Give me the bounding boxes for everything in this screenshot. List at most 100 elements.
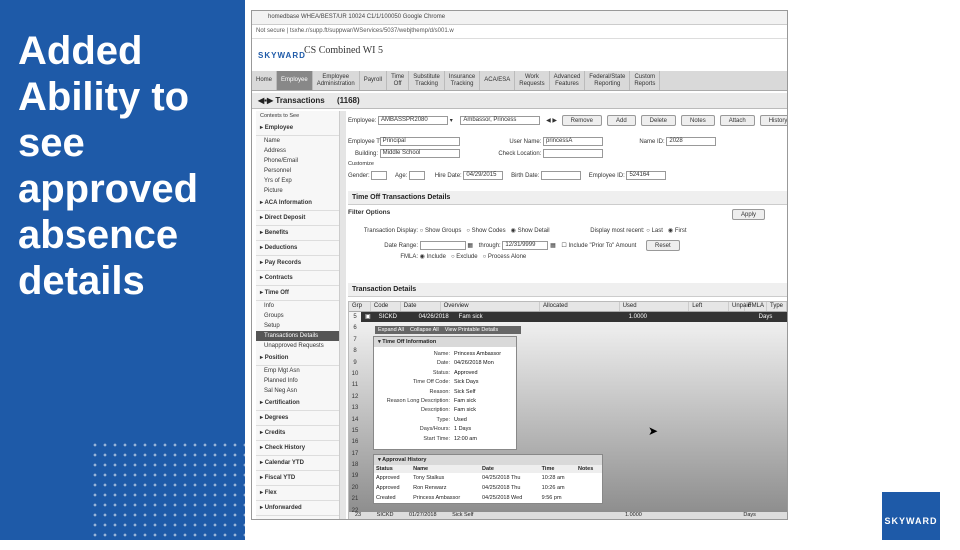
sidebar-item-sal-neg-asn[interactable]: Sal Neg Asn bbox=[256, 386, 339, 396]
sidebar-item-groups[interactable]: Groups bbox=[256, 311, 339, 321]
employee-id-value[interactable]: 524164 bbox=[626, 171, 667, 180]
column-header-code[interactable]: Code bbox=[371, 302, 401, 311]
nav-employee[interactable]: Employee bbox=[277, 71, 313, 90]
radio-icon[interactable]: ◉ bbox=[668, 228, 675, 234]
time-off-info-header[interactable]: ▾ Time Off Information bbox=[374, 337, 516, 347]
sidebar-item-emp-mgt-asn[interactable]: Emp Mgt Asn bbox=[256, 366, 339, 376]
link-expand-all[interactable]: Expand All bbox=[378, 327, 404, 333]
sidebar-item-benefits[interactable]: ▸ Benefits bbox=[256, 226, 339, 241]
radio-icon[interactable]: ◉ bbox=[420, 254, 427, 260]
customize-label[interactable]: Customize bbox=[348, 161, 374, 167]
column-header-unpaid[interactable]: Unpaid bbox=[729, 302, 751, 311]
check-location-field[interactable] bbox=[543, 149, 604, 158]
column-header-date[interactable]: Date bbox=[401, 302, 441, 311]
link-collapse-all[interactable]: Collapse All bbox=[410, 327, 439, 333]
date-range-end[interactable]: 12/31/9999 bbox=[502, 240, 549, 250]
row-checkbox-icon[interactable]: ▣ bbox=[361, 312, 375, 322]
sidebar-item-picture[interactable]: Picture bbox=[256, 186, 339, 196]
fmla-option-2[interactable]: ○ Process Alone bbox=[483, 254, 527, 260]
sidebar-item-setup[interactable]: Setup bbox=[256, 321, 339, 331]
date-range-start[interactable] bbox=[419, 240, 466, 250]
building-field[interactable]: Middle School bbox=[379, 149, 460, 158]
emp-remove-button[interactable]: Remove bbox=[561, 115, 602, 126]
gender-field[interactable] bbox=[371, 171, 388, 180]
back-arrow-icon[interactable]: ◀▪▶ bbox=[258, 96, 275, 105]
user-name-field[interactable]: princessA bbox=[543, 137, 604, 146]
column-header-overview[interactable]: Overview bbox=[441, 302, 540, 311]
employee-name-field[interactable]: Ambassor, Princess bbox=[460, 115, 541, 125]
sidebar-item-degrees[interactable]: ▸ Degrees bbox=[256, 411, 339, 426]
sidebar-item-deductions[interactable]: ▸ Deductions bbox=[256, 241, 339, 256]
sidebar-item-info[interactable]: Info bbox=[256, 301, 339, 311]
fmla-option-1[interactable]: ○ Exclude bbox=[451, 254, 478, 260]
nav-custom-reports[interactable]: Custom Reports bbox=[630, 71, 661, 90]
calendar-icon[interactable]: ▦ bbox=[550, 243, 556, 249]
column-header-grp[interactable]: Grp bbox=[349, 302, 371, 311]
link-view-printable-details[interactable]: View Printable Details bbox=[445, 327, 498, 333]
display-option-0[interactable]: ○ Show Groups bbox=[420, 228, 462, 234]
sidebar-item-unforwarded[interactable]: ▸ Unforwarded bbox=[256, 501, 339, 516]
nav-arrows-icon[interactable]: ◀ ▶ bbox=[546, 118, 557, 124]
column-header-left[interactable]: Left bbox=[689, 302, 729, 311]
name-id-field[interactable]: 2028 bbox=[666, 137, 717, 146]
sidebar-item-certification[interactable]: ▸ Certification bbox=[256, 396, 339, 411]
sidebar-item-planned-info[interactable]: Planned Info bbox=[256, 376, 339, 386]
sidebar-item-employee[interactable]: ▸ Employee bbox=[256, 121, 339, 136]
employee-type-field[interactable]: Principal bbox=[379, 137, 460, 146]
sidebar-scrollbar[interactable] bbox=[340, 111, 346, 519]
sidebar-item-position[interactable]: ▸ Position bbox=[256, 351, 339, 366]
sidebar-item-flex[interactable]: ▸ Flex bbox=[256, 486, 339, 501]
apply-button[interactable]: Apply bbox=[732, 209, 766, 220]
fmla-option-0[interactable]: ◉ Include bbox=[420, 254, 446, 260]
nav-payroll[interactable]: Payroll bbox=[360, 71, 388, 90]
sidebar-item-fiscal-ytd[interactable]: ▸ Fiscal YTD bbox=[256, 471, 339, 486]
age-field[interactable] bbox=[409, 171, 426, 180]
employee-id-field[interactable]: AMBASSPR2080 bbox=[378, 115, 449, 125]
recent-option-1[interactable]: ◉ First bbox=[668, 228, 687, 234]
nav-federal-state-reporting[interactable]: Federal/State Reporting bbox=[585, 71, 631, 90]
nav-substitute-tracking[interactable]: Substitute Tracking bbox=[409, 71, 445, 90]
calendar-icon[interactable]: ▦ bbox=[467, 243, 473, 249]
sidebar-item-yrs-of-exp[interactable]: Yrs of Exp bbox=[256, 176, 339, 186]
emp-history-button[interactable]: History bbox=[759, 115, 787, 126]
sidebar-item-pay-records[interactable]: ▸ Pay Records bbox=[256, 256, 339, 271]
display-option-2[interactable]: ◉ Show Detail bbox=[511, 228, 550, 234]
emp-delete-button[interactable]: Delete bbox=[640, 115, 677, 126]
sidebar-item-aca-information[interactable]: ▸ ACA Information bbox=[256, 196, 339, 211]
radio-icon[interactable]: ◉ bbox=[511, 228, 518, 234]
sidebar-item-address[interactable]: Address bbox=[256, 146, 339, 156]
sidebar-item-credits[interactable]: ▸ Credits bbox=[256, 426, 339, 441]
hire-date-field[interactable]: 04/29/2015 bbox=[463, 171, 504, 180]
sidebar-item-time-off[interactable]: ▸ Time Off bbox=[256, 286, 339, 301]
column-header-allocated[interactable]: Allocated bbox=[540, 302, 620, 311]
emp-attach-button[interactable]: Attach bbox=[719, 115, 755, 126]
sidebar-item-phone-email[interactable]: Phone/Email bbox=[256, 156, 339, 166]
include-checkbox[interactable]: ☐ bbox=[561, 243, 566, 249]
bottom-transaction-row[interactable]: 23 SICKD 01/27/2018 Sick Self 1.0000 Day… bbox=[349, 512, 787, 519]
selected-transaction-row[interactable]: ▣ SICKD 04/26/2018 Fam sick 1.0000 Days bbox=[361, 312, 787, 322]
sidebar-item-direct-deposit[interactable]: ▸ Direct Deposit bbox=[256, 211, 339, 226]
sidebar-item-unapproved-requests[interactable]: Unapproved Requests bbox=[256, 341, 339, 351]
nav-aca-esa[interactable]: ACA/ESA bbox=[480, 71, 516, 90]
nav-home[interactable]: Home bbox=[252, 71, 278, 90]
sidebar-item-calendar-ytd[interactable]: ▸ Calendar YTD bbox=[256, 456, 339, 471]
address-bar[interactable]: Not secure | tsxhe.r/supp.ft/suppwar/WSe… bbox=[252, 25, 787, 39]
birth-date-field[interactable] bbox=[541, 171, 582, 180]
chevron-down-icon[interactable]: ▾ bbox=[450, 118, 453, 124]
sidebar-item-personnel[interactable]: Personnel bbox=[256, 166, 339, 176]
reset-button[interactable]: Reset bbox=[646, 240, 680, 251]
column-header-type[interactable]: Type bbox=[767, 302, 787, 311]
nav-employee-administration[interactable]: Employee Administration bbox=[313, 71, 360, 90]
recent-option-0[interactable]: ○ Last bbox=[646, 228, 663, 234]
column-header-fmla[interactable]: FMLA bbox=[745, 302, 767, 311]
sidebar-item-transactions-details[interactable]: Transactions Details bbox=[256, 331, 339, 341]
sidebar-item-contracts[interactable]: ▸ Contracts bbox=[256, 271, 339, 286]
nav-work-requests[interactable]: Work Requests bbox=[515, 71, 550, 90]
nav-time-off[interactable]: Time Off bbox=[387, 71, 410, 90]
sidebar-item-name[interactable]: Name bbox=[256, 136, 339, 146]
nav-advanced-features[interactable]: Advanced Features bbox=[550, 71, 586, 90]
nav-insurance-tracking[interactable]: Insurance Tracking bbox=[445, 71, 481, 90]
approval-history-header[interactable]: ▾ Approval History bbox=[374, 455, 602, 465]
column-header-used[interactable]: Used bbox=[620, 302, 690, 311]
emp-add-button[interactable]: Add bbox=[606, 115, 636, 126]
